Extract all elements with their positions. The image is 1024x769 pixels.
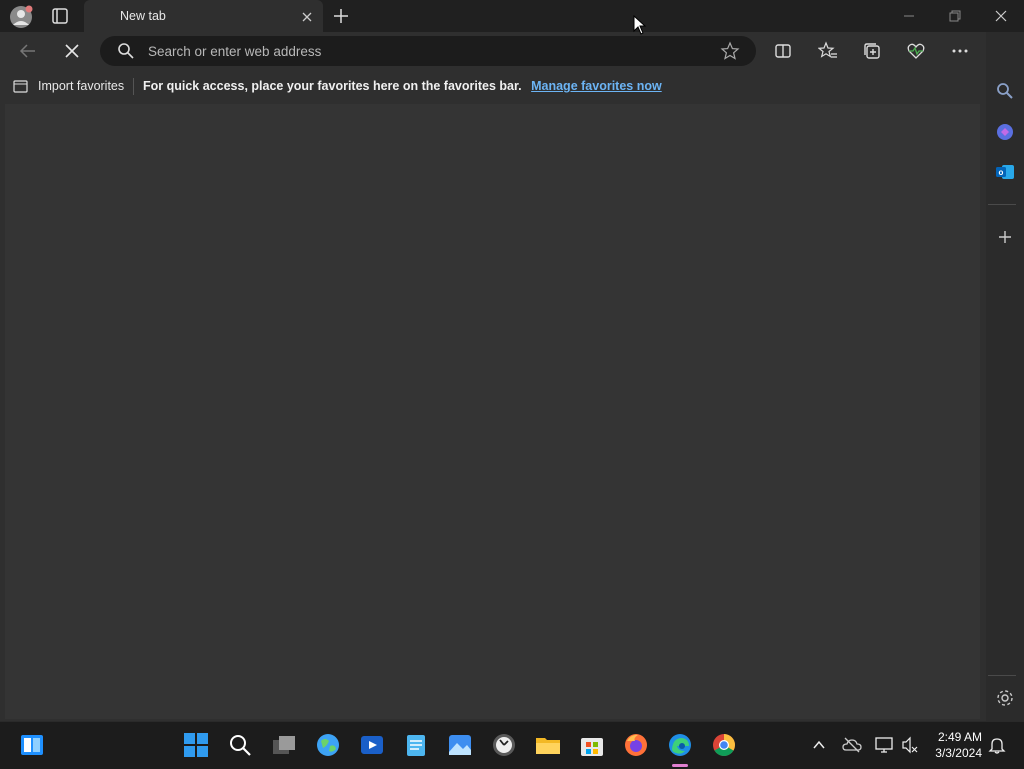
divider <box>133 78 134 95</box>
chevron-up-icon[interactable] <box>811 737 827 753</box>
sidebar: o <box>986 32 1024 721</box>
task-view-icon[interactable] <box>271 732 297 758</box>
firefox-icon[interactable] <box>623 732 649 758</box>
volume-muted-icon[interactable] <box>900 735 920 755</box>
browser-essentials-icon[interactable] <box>906 41 926 61</box>
favorites-message-row: For quick access, place your favorites h… <box>143 79 662 93</box>
svg-text:o: o <box>999 168 1004 177</box>
sidebar-divider <box>988 204 1016 205</box>
import-icon <box>13 80 28 93</box>
settings-icon[interactable] <box>995 688 1015 708</box>
profile-avatar[interactable] <box>9 4 34 29</box>
search-icon[interactable] <box>995 81 1015 101</box>
new-tab-button[interactable] <box>332 7 350 25</box>
restore-button[interactable] <box>947 8 963 24</box>
notification-bell-icon[interactable] <box>988 736 1006 754</box>
active-app-indicator <box>672 764 688 767</box>
favorites-icon[interactable] <box>817 41 838 61</box>
sidebar-divider <box>988 675 1016 676</box>
copilot-icon[interactable] <box>995 122 1015 142</box>
add-icon[interactable] <box>995 227 1015 247</box>
page-content[interactable] <box>5 104 980 719</box>
network-icon[interactable] <box>874 735 894 755</box>
import-favorites-label: Import favorites <box>38 79 125 93</box>
tab-actions-icon[interactable] <box>48 4 72 28</box>
tab-new-tab[interactable]: New tab <box>84 0 323 32</box>
title-bar: New tab <box>0 0 1024 32</box>
outlook-icon[interactable]: o <box>995 162 1015 182</box>
maps-icon[interactable] <box>315 732 341 758</box>
favorite-star-icon[interactable] <box>720 41 740 61</box>
favorites-message: For quick access, place your favorites h… <box>143 79 522 93</box>
search-icon[interactable] <box>227 732 253 758</box>
store-icon[interactable] <box>579 732 605 758</box>
clock-icon[interactable] <box>491 732 517 758</box>
clock-date: 3/3/2024 <box>935 746 982 760</box>
close-window-button[interactable] <box>993 8 1009 24</box>
tab-title: New tab <box>120 9 166 23</box>
start-icon[interactable] <box>183 732 209 758</box>
collections-icon[interactable] <box>862 41 882 61</box>
minimize-button[interactable] <box>901 8 917 24</box>
notepad-icon[interactable] <box>403 732 429 758</box>
mouse-cursor-icon <box>633 14 647 35</box>
photos-icon[interactable] <box>447 732 473 758</box>
file-explorer-icon[interactable] <box>535 732 561 758</box>
media-player-icon[interactable] <box>359 732 385 758</box>
close-icon[interactable] <box>301 10 313 22</box>
toolbar: Search or enter web address <box>0 32 986 70</box>
favorites-bar: Import favorites For quick access, place… <box>0 70 986 103</box>
import-favorites-button[interactable]: Import favorites <box>12 78 124 94</box>
chrome-icon[interactable] <box>711 732 737 758</box>
taskbar: 2:49 AM 3/3/2024 <box>0 721 1024 769</box>
onedrive-icon[interactable] <box>842 735 862 755</box>
manage-favorites-link[interactable]: Manage favorites now <box>531 79 662 93</box>
system-clock[interactable]: 2:49 AM 3/3/2024 <box>926 729 982 761</box>
search-icon <box>116 41 136 61</box>
more-icon[interactable] <box>950 41 970 61</box>
back-icon[interactable] <box>18 41 38 61</box>
address-placeholder: Search or enter web address <box>148 44 322 59</box>
widgets-icon[interactable] <box>19 732 45 758</box>
address-bar[interactable]: Search or enter web address <box>100 36 756 66</box>
edge-icon[interactable] <box>667 732 693 758</box>
stop-icon[interactable] <box>62 41 82 61</box>
split-screen-icon[interactable] <box>773 41 793 61</box>
clock-time: 2:49 AM <box>937 730 982 744</box>
